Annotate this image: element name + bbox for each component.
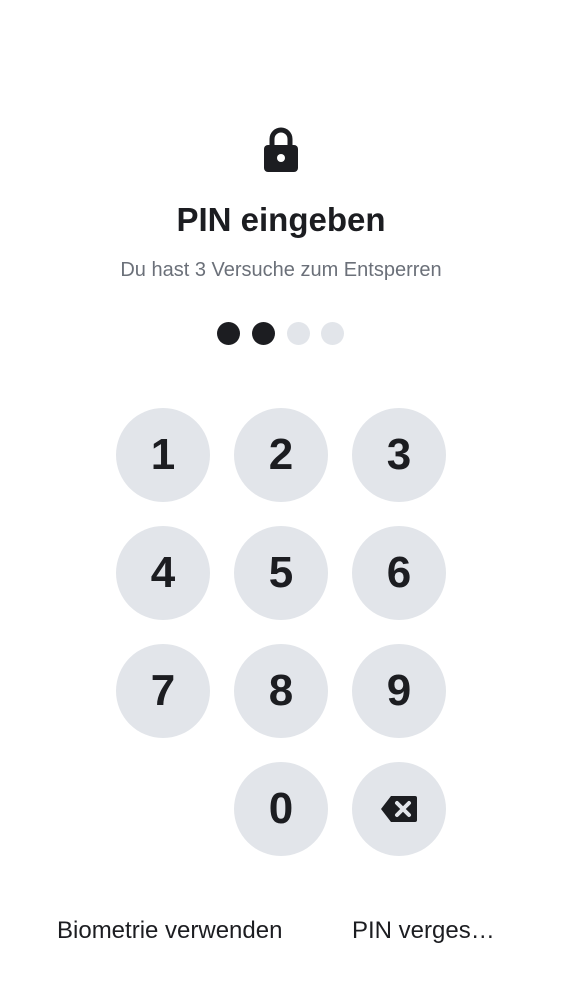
key-3[interactable]: 3 xyxy=(352,408,446,502)
key-6[interactable]: 6 xyxy=(352,526,446,620)
key-5[interactable]: 5 xyxy=(234,526,328,620)
key-8[interactable]: 8 xyxy=(234,644,328,738)
backspace-button[interactable] xyxy=(352,762,446,856)
page-title: PIN eingeben xyxy=(176,201,386,238)
pin-indicator xyxy=(217,322,347,346)
pin-dot-empty xyxy=(321,322,344,345)
attempts-subtitle: Du hast 3 Versuche zum Entsperren xyxy=(120,259,442,281)
pin-dot-filled xyxy=(252,322,275,345)
use-biometrics-link[interactable]: Biometrie verwenden xyxy=(57,916,282,946)
key-2[interactable]: 2 xyxy=(234,408,328,502)
key-4[interactable]: 4 xyxy=(116,526,210,620)
key-7[interactable]: 7 xyxy=(116,644,210,738)
key-1[interactable]: 1 xyxy=(116,408,210,502)
lock-icon xyxy=(264,127,298,172)
pin-dot-empty xyxy=(287,322,310,345)
backspace-icon xyxy=(381,796,417,822)
key-9[interactable]: 9 xyxy=(352,644,446,738)
pin-dot-filled xyxy=(217,322,240,345)
forgot-pin-link[interactable]: PIN verges… xyxy=(352,916,495,946)
key-0[interactable]: 0 xyxy=(234,762,328,856)
